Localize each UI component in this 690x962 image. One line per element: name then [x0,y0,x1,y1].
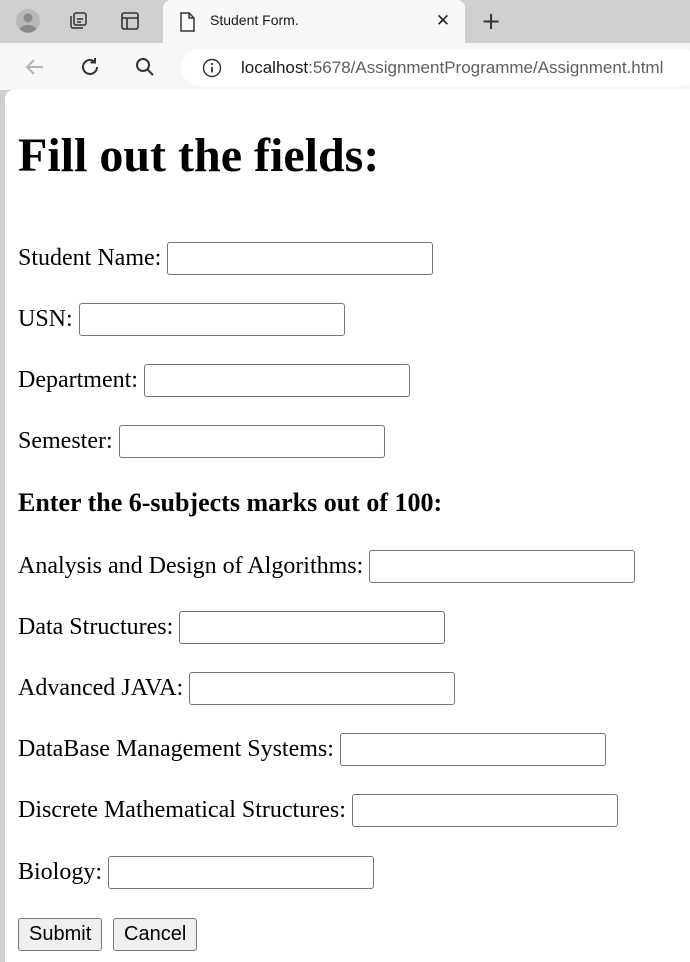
dbms-label: DataBase Management Systems: [18,736,334,762]
java-marks-input[interactable] [189,672,456,705]
dms-label: Discrete Mathematical Structures: [18,797,346,823]
submit-button[interactable]: Submit [18,918,103,951]
info-icon[interactable] [202,58,222,83]
java-label: Advanced JAVA: [18,675,184,701]
page-content: Fill out the fields: Student Name: USN: … [5,90,690,962]
close-icon[interactable]: ✕ [433,11,453,31]
tab-title: Student Form. [210,12,299,28]
browser-toolbar: localhost:5678/AssignmentProgramme/Assig… [0,43,690,90]
profile-icon[interactable] [14,7,42,35]
ada-row: Analysis and Design of Algorithms: [18,550,636,583]
semester-input[interactable] [118,425,385,458]
dbms-row: DataBase Management Systems: [18,733,606,766]
page-title: Fill out the fields: [18,129,380,182]
url-path: :5678/AssignmentProgramme/Assignment.htm… [308,58,664,77]
student-name-input[interactable] [167,242,434,275]
workspaces-icon[interactable] [64,7,92,35]
url-host: localhost [241,58,309,77]
new-tab-icon[interactable]: + [477,7,505,35]
biology-label: Biology: [18,859,103,885]
dms-row: Discrete Mathematical Structures: [18,794,618,827]
search-icon[interactable] [131,53,159,81]
tab-actions-icon[interactable] [116,7,144,35]
semester-row: Semester: [18,425,385,458]
dms-marks-input[interactable] [351,794,618,827]
usn-input[interactable] [78,303,345,336]
student-name-row: Student Name: [18,242,434,275]
dbms-marks-input[interactable] [339,733,606,766]
url-text[interactable]: localhost:5678/AssignmentProgramme/Assig… [241,58,663,78]
department-row: Department: [18,364,410,397]
reload-icon[interactable] [76,53,104,81]
java-row: Advanced JAVA: [18,672,456,705]
marks-heading: Enter the 6-subjects marks out of 100: [18,488,443,517]
usn-row: USN: [18,303,345,336]
page-icon [179,12,195,37]
ada-marks-input[interactable] [369,550,636,583]
address-bar[interactable]: localhost:5678/AssignmentProgramme/Assig… [181,49,690,86]
tab-strip: Student Form. ✕ + [0,0,690,43]
ds-marks-input[interactable] [179,611,446,644]
semester-label: Semester: [18,428,113,454]
biology-marks-input[interactable] [108,856,375,889]
biology-row: Biology: [18,856,375,889]
department-input[interactable] [143,364,410,397]
ds-row: Data Structures: [18,611,446,644]
department-label: Department: [18,367,138,393]
back-icon[interactable] [21,53,49,81]
ada-label: Analysis and Design of Algorithms: [18,553,364,579]
ds-label: Data Structures: [18,614,174,640]
usn-label: USN: [18,306,73,332]
active-tab[interactable]: Student Form. ✕ [163,0,465,43]
cancel-button[interactable]: Cancel [113,918,198,951]
student-name-label: Student Name: [18,245,162,271]
